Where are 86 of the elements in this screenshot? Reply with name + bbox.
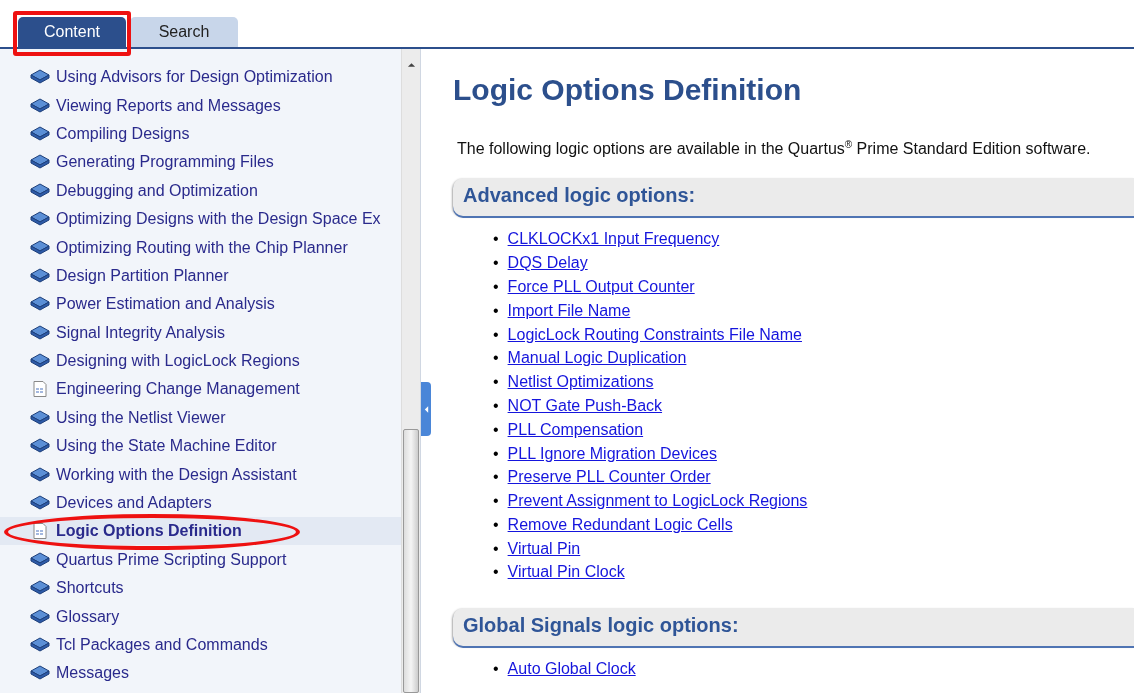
book-icon (30, 466, 50, 483)
book-icon (30, 239, 50, 256)
option-link[interactable]: DQS Delay (507, 254, 588, 278)
bullet: • (493, 660, 499, 680)
tree-item[interactable]: Devices and Adapters (0, 493, 401, 514)
option-link[interactable]: Auto Global Clock (507, 660, 636, 685)
tree-item[interactable]: Using the Netlist Viewer (0, 407, 401, 428)
book-icon (30, 551, 50, 568)
tree-item[interactable]: Engineering Change Management (0, 379, 401, 400)
tree-item[interactable]: Optimizing Designs with the Design Space Ex (0, 209, 401, 230)
book-icon (30, 324, 50, 341)
option-link[interactable]: Manual Logic Duplication (507, 349, 687, 374)
book-icon (30, 267, 50, 284)
page-icon (30, 381, 50, 398)
option-link[interactable]: Import File Name (507, 301, 631, 326)
book-icon (30, 409, 50, 426)
tree-item[interactable]: Working with the Design Assistant (0, 464, 401, 485)
tree-item[interactable]: Glossary (0, 606, 401, 627)
collapse-icon (423, 404, 429, 414)
tree-item[interactable]: Optimizing Routing with the Chip Planner (0, 237, 401, 258)
bullet: • (493, 492, 499, 512)
bullet: • (493, 373, 499, 393)
tree-item[interactable]: Tcl Packages and Commands (0, 635, 401, 655)
tree-item[interactable]: Quartus Prime Scripting Support (0, 549, 401, 570)
bullet: • (493, 230, 499, 250)
tree-item[interactable]: Design Partition Planner (0, 265, 401, 286)
option-link[interactable]: PLL Ignore Migration Devices (507, 444, 717, 469)
book-icon (30, 495, 50, 512)
scroll-up-icon[interactable] (406, 62, 416, 68)
option-link[interactable]: Virtual Pin Clock (507, 563, 625, 588)
option-link[interactable]: Remove Redundant Logic Cells (507, 515, 733, 540)
bullet: • (493, 254, 499, 274)
tree-item[interactable]: Designing with LogicLock Regions (0, 351, 401, 372)
book-icon (30, 637, 50, 653)
section-heading: Advanced logic options: (453, 178, 1134, 217)
bullet: • (493, 325, 499, 345)
page-icon (30, 523, 50, 540)
book-icon (30, 608, 50, 625)
book-icon (30, 211, 50, 228)
tree-item[interactable]: Viewing Reports and Messages (0, 95, 401, 116)
bullet: • (493, 277, 499, 297)
bullet: • (493, 444, 499, 464)
bullet: • (493, 563, 499, 583)
scrollbar[interactable] (401, 49, 420, 693)
bullet: • (493, 515, 499, 535)
tree-item[interactable]: Compiling Designs (0, 123, 401, 144)
tree-item[interactable]: Using Advisors for Design Optimization (0, 67, 401, 88)
option-link[interactable]: Prevent Assignment to LogicLock Regions (507, 492, 808, 516)
option-link[interactable]: Preserve PLL Counter Order (507, 468, 711, 493)
intro-text: The following logic options are available in the Quartus$^{®}$ Prime Standard Edition software. (457, 139, 1092, 159)
book-icon (30, 580, 50, 597)
section-heading: Global Signals logic options: (453, 608, 1134, 647)
tree-item[interactable]: Messages (0, 663, 401, 684)
bullet: • (493, 396, 499, 416)
collapse-handle[interactable] (421, 382, 431, 436)
page-title: Logic Options Definition (453, 73, 803, 107)
option-link[interactable]: NOT Gate Push-Back (507, 396, 663, 421)
bullet: • (493, 420, 499, 440)
option-link[interactable]: Virtual Pin (507, 539, 581, 564)
bullet: • (493, 301, 499, 321)
book-icon (30, 182, 50, 199)
tab[interactable]: Content (18, 17, 126, 47)
tree-item[interactable]: Generating Programming Files (0, 152, 401, 173)
book-icon (30, 69, 50, 86)
option-link[interactable]: LogicLock Routing Constraints File Name (507, 325, 802, 350)
book-icon (30, 353, 50, 370)
option-link[interactable]: PLL Compensation (507, 420, 644, 445)
tree-item[interactable]: Shortcuts (0, 578, 401, 599)
tab[interactable]: Search (130, 17, 238, 47)
bullet: • (493, 349, 499, 369)
option-link[interactable]: Netlist Optimizations (507, 373, 654, 397)
tree-item[interactable]: Debugging and Optimization (0, 180, 401, 201)
tree-item[interactable]: Signal Integrity Analysis (0, 322, 401, 343)
bullet: • (493, 539, 499, 559)
tree-item[interactable]: Using the State Machine Editor (0, 436, 401, 457)
book-icon (30, 97, 50, 114)
book-icon (30, 665, 50, 682)
book-icon (30, 438, 50, 455)
bullet: • (493, 468, 499, 488)
book-icon (30, 296, 50, 313)
book-icon (30, 125, 50, 142)
option-link[interactable]: CLKLOCKx1 Input Frequency (507, 230, 720, 255)
book-icon (30, 154, 50, 171)
scroll-thumb[interactable] (403, 429, 419, 693)
tree-item[interactable]: Power Estimation and Analysis (0, 294, 401, 315)
option-link[interactable]: Force PLL Output Counter (507, 277, 695, 302)
